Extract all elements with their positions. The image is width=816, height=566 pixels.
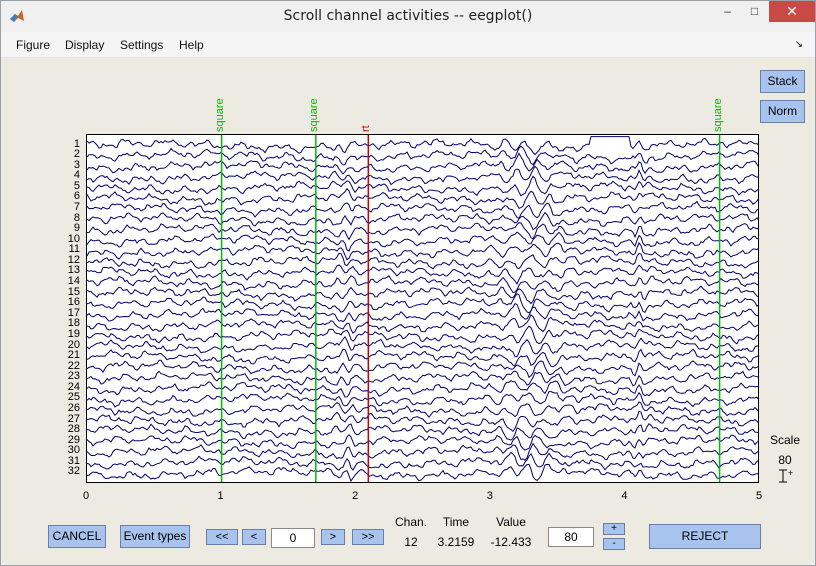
time-label: Time bbox=[442, 515, 470, 529]
eeg-trace-channel-21 bbox=[87, 348, 758, 368]
eeg-trace-channel-5 bbox=[87, 175, 758, 197]
close-button[interactable]: ✕ bbox=[769, 1, 815, 22]
chan-label: Chan. bbox=[394, 515, 428, 529]
cancel-button[interactable]: CANCEL bbox=[48, 525, 106, 548]
menu-help[interactable]: Help bbox=[179, 38, 204, 52]
scale-bar-icon: + bbox=[779, 468, 793, 483]
eeg-trace-channel-24 bbox=[87, 379, 758, 398]
x-tick-label: 5 bbox=[755, 490, 763, 502]
chan-value: 12 bbox=[404, 535, 418, 549]
x-tick-label: 2 bbox=[352, 490, 359, 502]
norm-button[interactable]: Norm bbox=[760, 100, 805, 123]
eeg-trace-channel-16 bbox=[87, 293, 758, 314]
eeg-trace-channel-13 bbox=[87, 264, 758, 286]
eeg-trace-channel-10 bbox=[87, 231, 758, 252]
event-label: rt bbox=[360, 125, 373, 132]
eegplot-window: Scroll channel activities -- eegplot() –… bbox=[0, 0, 816, 566]
event-label: square bbox=[213, 98, 226, 132]
eeg-trace-channel-22 bbox=[87, 359, 758, 378]
time-value: 3.2159 bbox=[437, 535, 475, 549]
eeg-trace-channel-1 bbox=[87, 136, 758, 156]
eeg-trace-channel-23 bbox=[87, 370, 758, 387]
scale-input[interactable]: 80 bbox=[548, 527, 594, 547]
next-page-button[interactable]: >> bbox=[352, 529, 384, 545]
next-button[interactable]: > bbox=[321, 529, 345, 545]
event-types-button[interactable]: Event types bbox=[120, 525, 190, 548]
scale-marker: + bbox=[788, 468, 793, 478]
title-bar: Scroll channel activities -- eegplot() –… bbox=[1, 1, 815, 32]
eeg-trace-channel-8 bbox=[87, 211, 758, 231]
scale-increase-button[interactable]: + bbox=[603, 523, 625, 535]
x-tick-label: 1 bbox=[217, 490, 224, 502]
scale-value: 80 bbox=[778, 453, 792, 467]
prev-button[interactable]: < bbox=[242, 529, 266, 545]
menu-bar: Figure Display Settings Help ↘ bbox=[1, 32, 815, 58]
eeg-trace-channel-27 bbox=[87, 410, 758, 433]
eeg-trace-channel-12 bbox=[87, 252, 758, 270]
menu-settings[interactable]: Settings bbox=[120, 38, 163, 52]
eeg-trace-channel-17 bbox=[87, 302, 758, 323]
reject-button[interactable]: REJECT bbox=[649, 524, 761, 549]
eeg-trace-channel-29 bbox=[87, 433, 758, 451]
stack-button[interactable]: Stack bbox=[760, 70, 805, 93]
value-value: -12.433 bbox=[490, 535, 532, 549]
eeg-trace-channel-9 bbox=[87, 222, 758, 241]
eeg-trace-channel-30 bbox=[87, 442, 758, 461]
minimize-button[interactable]: – bbox=[714, 1, 741, 22]
dock-arrow-icon[interactable]: ↘ bbox=[795, 39, 803, 50]
eeg-trace-channel-25 bbox=[87, 391, 758, 408]
channel-label: 32 bbox=[67, 465, 80, 478]
maximize-button[interactable]: □ bbox=[741, 1, 768, 22]
eeg-trace-channel-2 bbox=[87, 145, 758, 166]
menu-figure[interactable]: Figure bbox=[16, 38, 50, 52]
menu-display[interactable]: Display bbox=[65, 38, 104, 52]
eeg-trace-channel-31 bbox=[87, 451, 758, 471]
eeg-traces bbox=[87, 135, 758, 482]
prev-page-button[interactable]: << bbox=[206, 529, 238, 545]
eeg-trace-channel-3 bbox=[87, 152, 758, 175]
position-input[interactable]: 0 bbox=[271, 528, 315, 548]
eeg-trace-channel-11 bbox=[87, 241, 758, 261]
window-title: Scroll channel activities -- eegplot() bbox=[283, 8, 533, 24]
x-tick-label: 3 bbox=[486, 490, 493, 502]
eeg-trace-channel-19 bbox=[87, 325, 758, 345]
eeg-trace-channel-18 bbox=[87, 313, 758, 334]
x-tick-label: 0 bbox=[82, 490, 90, 502]
scale-decrease-button[interactable]: - bbox=[603, 538, 625, 550]
x-tick-label: 4 bbox=[621, 490, 628, 502]
event-label: square bbox=[307, 98, 320, 132]
event-label: square bbox=[711, 98, 724, 132]
scale-label: Scale bbox=[769, 433, 801, 447]
eeg-plot-area[interactable] bbox=[86, 134, 759, 483]
value-label: Value bbox=[496, 515, 526, 529]
